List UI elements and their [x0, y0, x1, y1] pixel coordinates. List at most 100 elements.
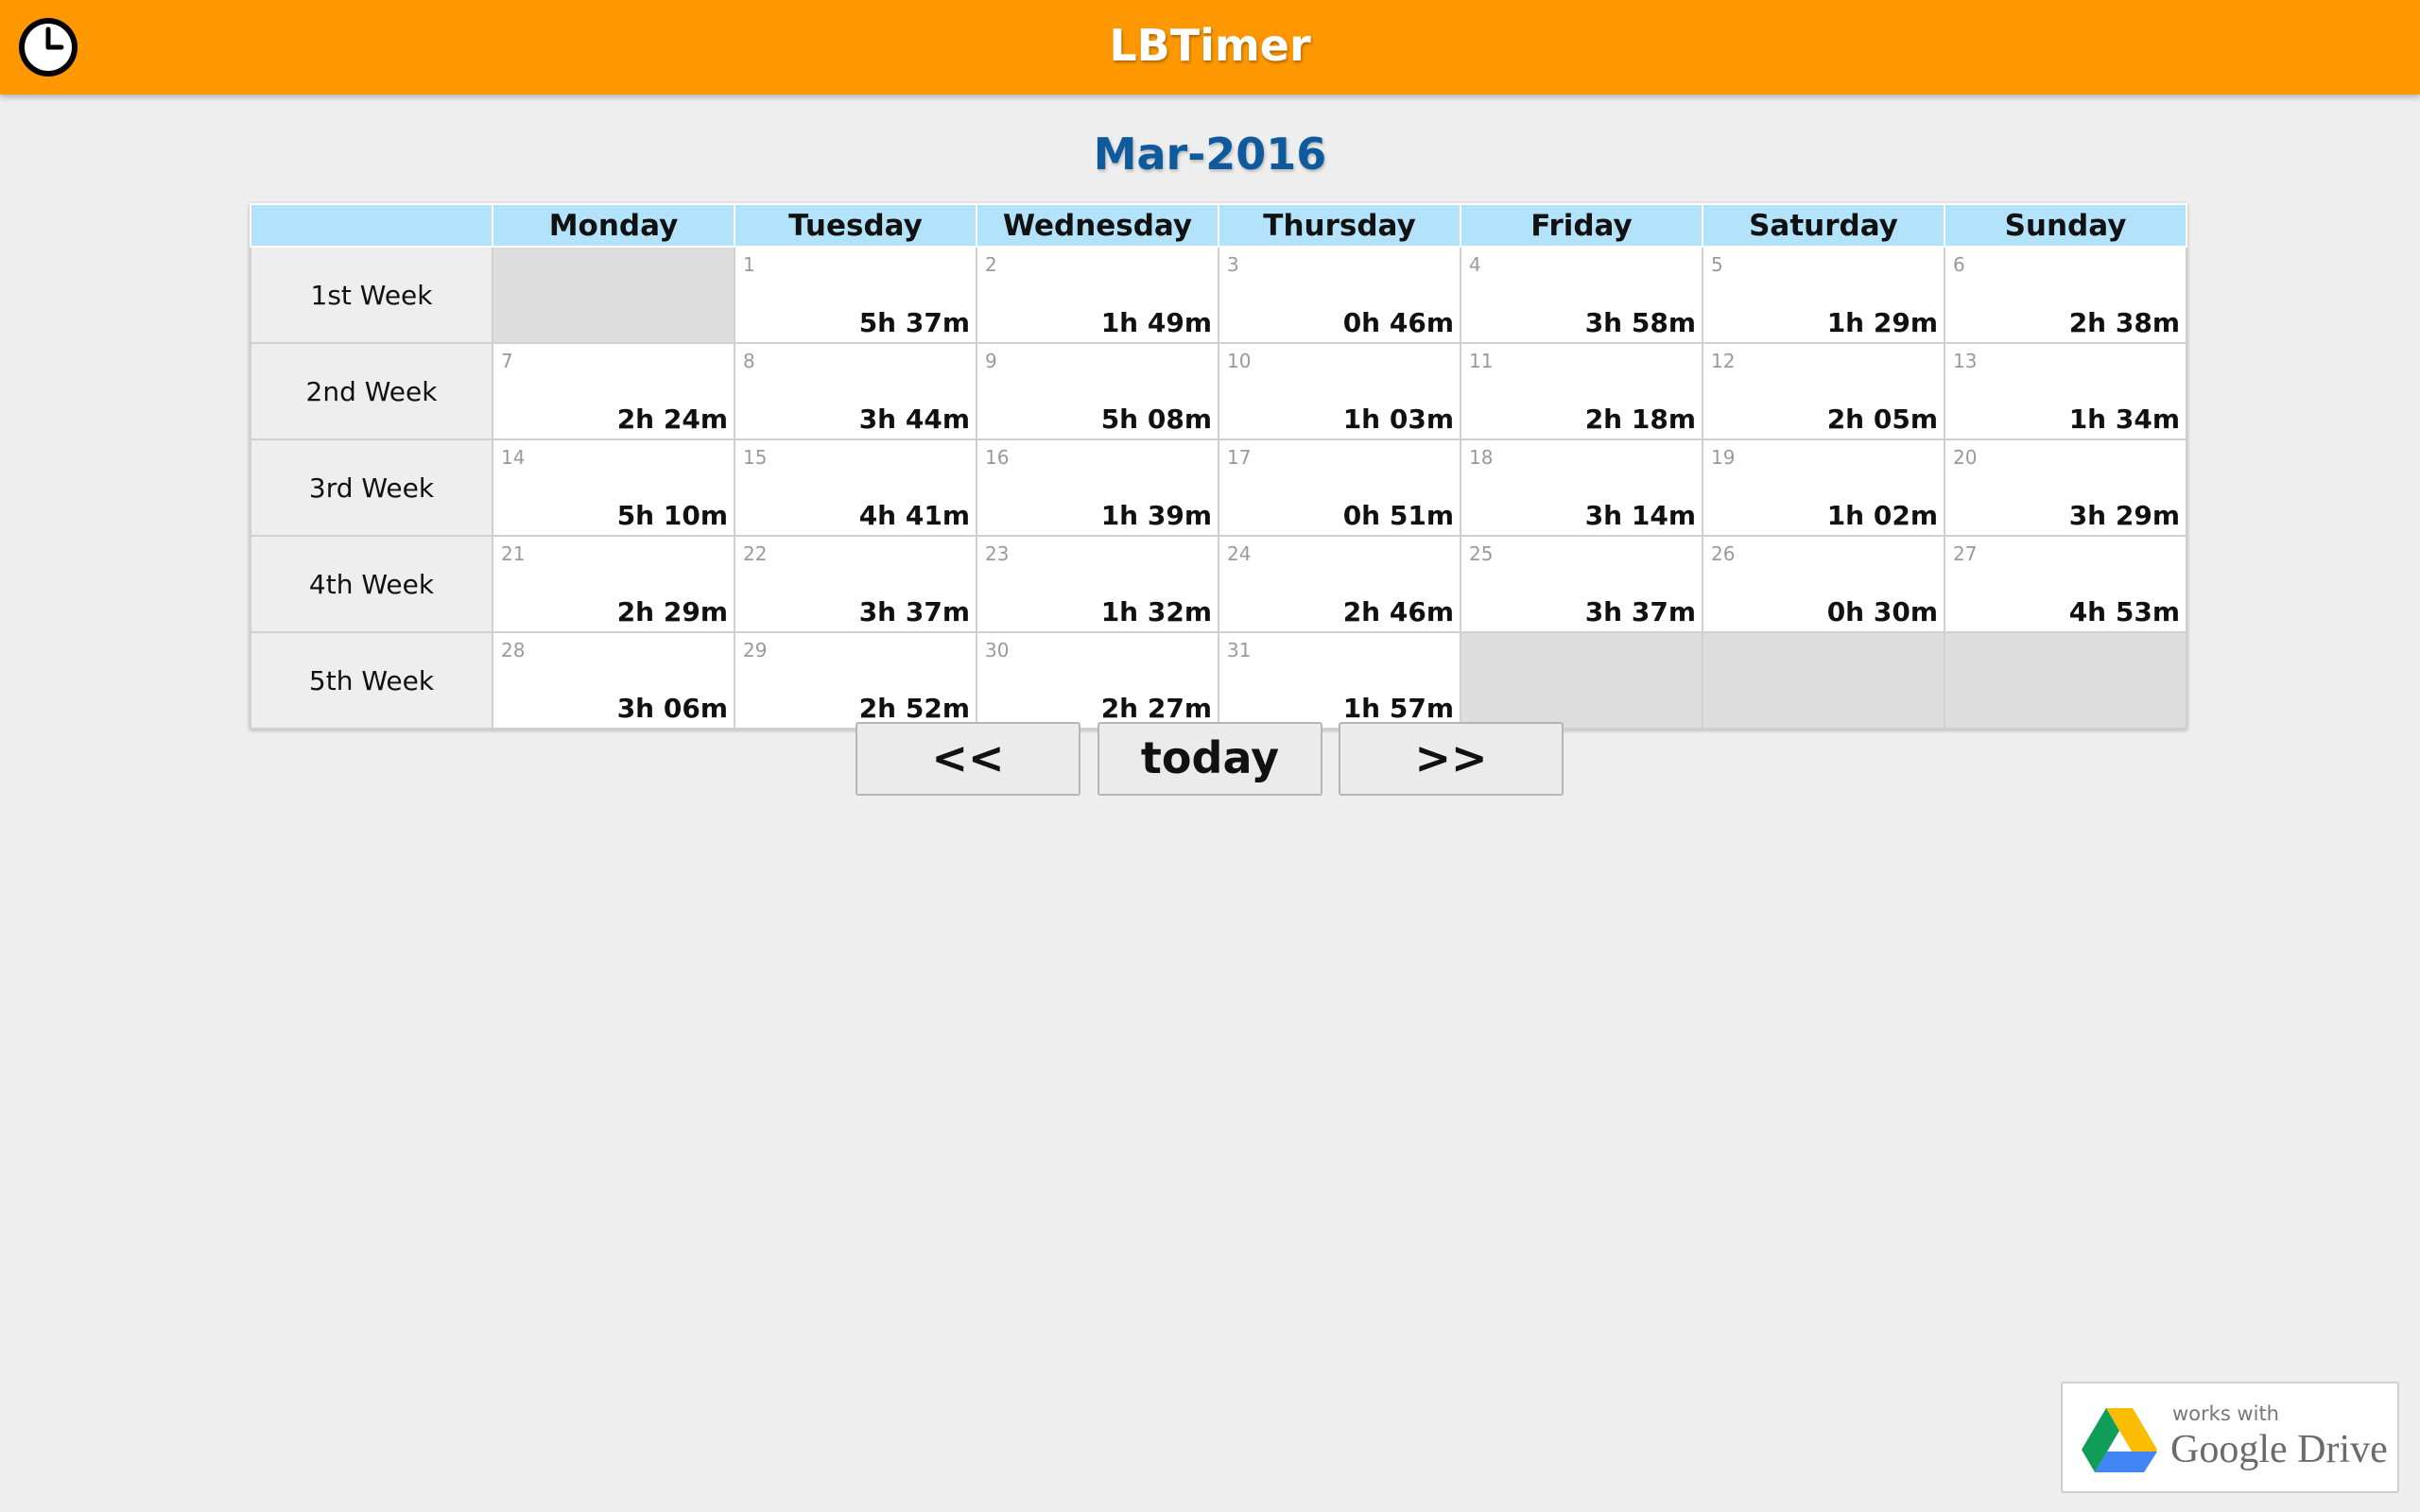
day-number: 8: [743, 350, 755, 372]
day-cell[interactable]: 29 2h 52m: [734, 631, 977, 730]
day-cell[interactable]: 20 3h 29m: [1944, 438, 2187, 537]
day-duration: 3h 37m: [1584, 596, 1696, 627]
week-label: 4th Week: [250, 535, 493, 633]
day-duration: 5h 10m: [616, 500, 728, 531]
day-number: 6: [1953, 253, 1965, 276]
day-cell[interactable]: 21 2h 29m: [492, 535, 735, 633]
day-number: 17: [1227, 446, 1252, 469]
day-cell[interactable]: 14 5h 10m: [492, 438, 735, 537]
week-label: 1st Week: [250, 246, 493, 344]
weekday-header: Thursday: [1218, 203, 1461, 248]
day-duration: 3h 58m: [1584, 307, 1696, 338]
day-number: 7: [501, 350, 513, 372]
day-duration: 1h 49m: [1100, 307, 1212, 338]
day-cell[interactable]: 27 4h 53m: [1944, 535, 2187, 633]
day-cell[interactable]: 7 2h 24m: [492, 342, 735, 440]
day-duration: 1h 32m: [1100, 596, 1212, 627]
day-duration: 1h 29m: [1826, 307, 1938, 338]
day-cell[interactable]: 24 2h 46m: [1218, 535, 1461, 633]
day-duration: 4h 41m: [858, 500, 970, 531]
weekday-header: Wednesday: [976, 203, 1219, 248]
day-number: 20: [1953, 446, 1978, 469]
day-cell[interactable]: 18 3h 14m: [1460, 438, 1703, 537]
day-number: 26: [1711, 542, 1736, 565]
day-duration: 3h 37m: [858, 596, 970, 627]
day-cell[interactable]: 19 1h 02m: [1702, 438, 1945, 537]
week-label: 3rd Week: [250, 438, 493, 537]
day-number: 3: [1227, 253, 1239, 276]
week-row: 3rd Week 14 5h 10m 15 4h 41m 16 1h 39m 17 0h…: [250, 438, 2187, 537]
day-cell[interactable]: 10 1h 03m: [1218, 342, 1461, 440]
day-cell[interactable]: 5 1h 29m: [1702, 246, 1945, 344]
day-duration: 5h 37m: [858, 307, 970, 338]
week-row: 2nd Week 7 2h 24m 8 3h 44m 9 5h 08m 10 1h 03…: [250, 342, 2187, 440]
day-duration: 1h 34m: [2068, 404, 2180, 435]
day-cell[interactable]: 15 4h 41m: [734, 438, 977, 537]
weekday-header: Monday: [492, 203, 735, 248]
day-number: 14: [501, 446, 526, 469]
day-number: 22: [743, 542, 768, 565]
weekday-header: Tuesday: [734, 203, 977, 248]
next-month-button[interactable]: >>: [1339, 722, 1564, 796]
day-duration: 2h 38m: [2068, 307, 2180, 338]
week-row: 5th Week 28 3h 06m 29 2h 52m 30 2h 27m 31 1h…: [250, 631, 2187, 730]
day-cell[interactable]: 3 0h 46m: [1218, 246, 1461, 344]
empty-day-cell: [492, 246, 735, 344]
day-number: 30: [985, 639, 1010, 662]
app-title: LBTimer: [1109, 20, 1311, 71]
day-duration: 3h 14m: [1584, 500, 1696, 531]
day-duration: 2h 05m: [1826, 404, 1938, 435]
week-label: 2nd Week: [250, 342, 493, 440]
day-cell[interactable]: 8 3h 44m: [734, 342, 977, 440]
day-cell[interactable]: 1 5h 37m: [734, 246, 977, 344]
today-button[interactable]: today: [1098, 722, 1322, 796]
day-cell[interactable]: 6 2h 38m: [1944, 246, 2187, 344]
day-duration: 0h 51m: [1342, 500, 1454, 531]
day-cell[interactable]: 31 1h 57m: [1218, 631, 1461, 730]
day-duration: 2h 52m: [858, 693, 970, 724]
day-duration: 1h 02m: [1826, 500, 1938, 531]
empty-day-cell: [1702, 631, 1945, 730]
day-cell[interactable]: 13 1h 34m: [1944, 342, 2187, 440]
day-cell[interactable]: 30 2h 27m: [976, 631, 1219, 730]
day-cell[interactable]: 16 1h 39m: [976, 438, 1219, 537]
empty-day-cell: [1944, 631, 2187, 730]
google-drive-icon: [2082, 1408, 2157, 1472]
day-duration: 2h 18m: [1584, 404, 1696, 435]
day-cell[interactable]: 2 1h 49m: [976, 246, 1219, 344]
day-number: 5: [1711, 253, 1723, 276]
day-number: 1: [743, 253, 755, 276]
works-with-google-drive-badge[interactable]: works with Google Drive: [2061, 1382, 2399, 1493]
day-number: 28: [501, 639, 526, 662]
day-duration: 0h 46m: [1342, 307, 1454, 338]
day-number: 4: [1469, 253, 1481, 276]
day-cell[interactable]: 4 3h 58m: [1460, 246, 1703, 344]
day-cell[interactable]: 23 1h 32m: [976, 535, 1219, 633]
weekday-header: Saturday: [1702, 203, 1945, 248]
day-cell[interactable]: 17 0h 51m: [1218, 438, 1461, 537]
day-duration: 4h 53m: [2068, 596, 2180, 627]
day-number: 12: [1711, 350, 1736, 372]
day-duration: 5h 08m: [1100, 404, 1212, 435]
day-cell[interactable]: 12 2h 05m: [1702, 342, 1945, 440]
day-number: 11: [1469, 350, 1494, 372]
week-label: 5th Week: [250, 631, 493, 730]
day-cell[interactable]: 25 3h 37m: [1460, 535, 1703, 633]
previous-month-button[interactable]: <<: [856, 722, 1080, 796]
day-number: 24: [1227, 542, 1252, 565]
day-cell[interactable]: 11 2h 18m: [1460, 342, 1703, 440]
day-cell[interactable]: 26 0h 30m: [1702, 535, 1945, 633]
day-number: 9: [985, 350, 997, 372]
day-number: 31: [1227, 639, 1252, 662]
day-cell[interactable]: 22 3h 37m: [734, 535, 977, 633]
day-cell[interactable]: 9 5h 08m: [976, 342, 1219, 440]
empty-day-cell: [1460, 631, 1703, 730]
day-number: 25: [1469, 542, 1494, 565]
day-cell[interactable]: 28 3h 06m: [492, 631, 735, 730]
calendar-grid: Monday Tuesday Wednesday Thursday Friday…: [250, 203, 2187, 730]
month-title: Mar-2016: [1093, 129, 1327, 180]
day-number: 29: [743, 639, 768, 662]
day-duration: 2h 24m: [616, 404, 728, 435]
weekday-header: Friday: [1460, 203, 1703, 248]
day-duration: 2h 46m: [1342, 596, 1454, 627]
